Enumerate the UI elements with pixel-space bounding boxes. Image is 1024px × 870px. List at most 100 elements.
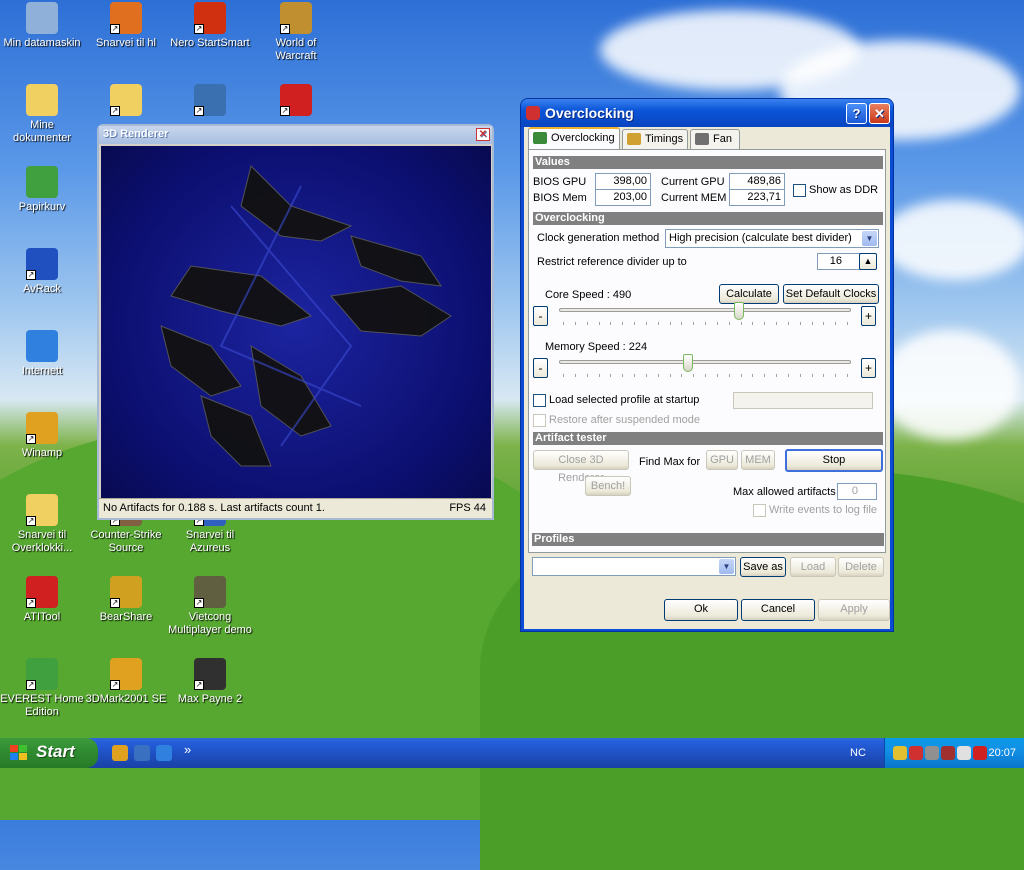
restrict-divider-field[interactable]: 16 [817, 253, 863, 270]
max-allowed-field[interactable]: 0 [837, 483, 877, 500]
stop-button[interactable]: Stop [785, 449, 883, 472]
desktop-icon-label: Vietcong Multiplayer demo [168, 611, 252, 636]
delete-button[interactable]: Delete [838, 557, 884, 577]
slider-tick [716, 374, 718, 377]
close-icon[interactable]: ✕ [476, 128, 490, 141]
current-mem-field[interactable]: 223,71 [729, 189, 785, 206]
dialog-title-bar[interactable]: Overclocking ? ✕ [521, 99, 893, 127]
slider-tick [586, 374, 588, 377]
help-button[interactable]: ? [846, 103, 867, 124]
chevron-down-icon[interactable]: ▼ [719, 559, 734, 574]
core-plus-button[interactable]: + [861, 306, 876, 326]
start-button[interactable]: Start [0, 738, 98, 768]
desktop-icon[interactable]: ↗ Vietcong Multiplayer demo [168, 576, 252, 637]
desktop-icon[interactable]: ↗ Max Payne 2 [168, 658, 252, 706]
desktop-icon[interactable]: Papirkurv [0, 166, 84, 214]
tray-icon[interactable] [957, 746, 971, 760]
tray-icon[interactable] [941, 746, 955, 760]
spin-icon[interactable]: ▲ [859, 253, 877, 270]
shortcut-arrow-icon: ↗ [110, 680, 120, 690]
clock[interactable]: 20:07 [988, 747, 1016, 759]
tab-overclocking[interactable]: Overclocking [528, 127, 620, 150]
write-log-checkbox[interactable] [753, 504, 766, 517]
restore-checkbox[interactable] [533, 414, 546, 427]
bios-mem-field[interactable]: 203,00 [595, 189, 651, 206]
apply-button[interactable]: Apply [818, 599, 890, 621]
memory-speed-label: Memory Speed : 224 [545, 341, 648, 353]
slider-tick [669, 374, 671, 377]
media-icon[interactable] [134, 745, 150, 761]
slider-track[interactable] [559, 360, 851, 364]
slider-tick [657, 374, 659, 377]
core-minus-button[interactable]: - [533, 306, 548, 326]
load-button[interactable]: Load [790, 557, 836, 577]
core-speed-slider[interactable] [559, 302, 851, 330]
show-ddr-checkbox[interactable] [793, 184, 806, 197]
slider-tick [645, 322, 647, 325]
desktop-icon[interactable]: Internett [0, 330, 84, 378]
desktop-icon[interactable]: ↗ Winamp [0, 412, 84, 460]
bench-button[interactable]: Bench! [585, 476, 631, 496]
desktop-icon[interactable]: ↗ ATITool [0, 576, 84, 624]
slider-tick [598, 374, 600, 377]
memory-plus-button[interactable]: + [861, 358, 876, 378]
slider-thumb[interactable] [733, 302, 744, 320]
cancel-button[interactable]: Cancel [741, 599, 815, 621]
renderer-title-bar[interactable]: 3D Renderer ✕ [99, 126, 492, 144]
desktop-icon[interactable]: Min datamaskin [0, 2, 84, 50]
calculate-button[interactable]: Calculate [719, 284, 779, 304]
close-button[interactable]: ✕ [869, 103, 890, 124]
internet-explorer-icon[interactable] [156, 745, 172, 761]
desktop-icon-label: BearShare [99, 611, 153, 623]
slider-tick [610, 374, 612, 377]
desktop-icon[interactable]: ↗ Snarvei til Overklokki... [0, 494, 84, 555]
shortcut-arrow-icon: ↗ [280, 106, 290, 116]
save-as-button[interactable]: Save as [740, 557, 786, 577]
desktop-icon[interactable]: Mine dokumenter [0, 84, 84, 145]
chevron-down-icon[interactable]: ▼ [862, 231, 877, 246]
desktop-icon[interactable]: ↗ Snarvei til hl [84, 2, 168, 50]
language-indicator[interactable]: NC [850, 747, 866, 759]
tab-fan[interactable]: Fan [690, 129, 740, 149]
winamp-icon[interactable] [112, 745, 128, 761]
set-default-clocks-button[interactable]: Set Default Clocks [783, 284, 879, 304]
current-mem-label: Current MEM [661, 192, 727, 204]
find-max-gpu-button[interactable]: GPU [706, 450, 738, 470]
app-icon [526, 106, 540, 120]
slider-tick [811, 322, 813, 325]
shield-icon[interactable] [973, 746, 987, 760]
overclocking-dialog[interactable]: Overclocking ? ✕ Overclocking Timings Fa… [520, 98, 894, 632]
renderer-window[interactable]: 3D Renderer ✕ No Artifacts for 0.188 s. … [97, 124, 494, 520]
memory-minus-button[interactable]: - [533, 358, 548, 378]
profile-select[interactable]: ▼ [532, 557, 736, 576]
bios-gpu-field[interactable]: 398,00 [595, 173, 651, 190]
current-gpu-field[interactable]: 489,86 [729, 173, 785, 190]
ok-button[interactable]: Ok [664, 599, 738, 621]
desktop-icon[interactable]: ↗ BearShare [84, 576, 168, 624]
slider-track[interactable] [559, 308, 851, 312]
clock-method-select[interactable]: High precision (calculate best divider) … [665, 229, 879, 248]
write-log-label: Write events to log file [769, 504, 878, 516]
desktop-icon[interactable]: ↗ EVEREST Home Edition [0, 658, 84, 719]
load-profile-checkbox[interactable] [533, 394, 546, 407]
slider-thumb[interactable] [683, 354, 694, 372]
find-max-mem-button[interactable]: MEM [741, 450, 775, 470]
tray-icon[interactable] [893, 746, 907, 760]
slider-tick [681, 374, 683, 377]
close-renderer-button[interactable]: Close 3D Renderer [533, 450, 629, 484]
memory-speed-slider[interactable] [559, 354, 851, 382]
renderer-title: 3D Renderer [103, 128, 169, 140]
desktop-icon[interactable]: ↗ [254, 84, 338, 119]
tab-timings[interactable]: Timings [622, 129, 688, 149]
desktop-icon[interactable]: ↗ [168, 84, 252, 119]
desktop-icon[interactable]: ↗ AvRack [0, 248, 84, 296]
desktop-icon[interactable]: ↗ [84, 84, 168, 119]
desktop-icon[interactable]: ↗ 3DMark2001 SE [84, 658, 168, 706]
tray-icon[interactable] [925, 746, 939, 760]
desktop-icon-label: Snarvei til Overklokki... [11, 529, 73, 554]
desktop-icon[interactable]: ↗ Nero StartSmart [168, 2, 252, 50]
desktop-icon-label: Snarvei til hl [96, 37, 156, 49]
quicklaunch-chevron[interactable]: » [184, 742, 191, 757]
desktop-icon[interactable]: ↗ World of Warcraft [254, 2, 338, 63]
tray-icon[interactable] [909, 746, 923, 760]
